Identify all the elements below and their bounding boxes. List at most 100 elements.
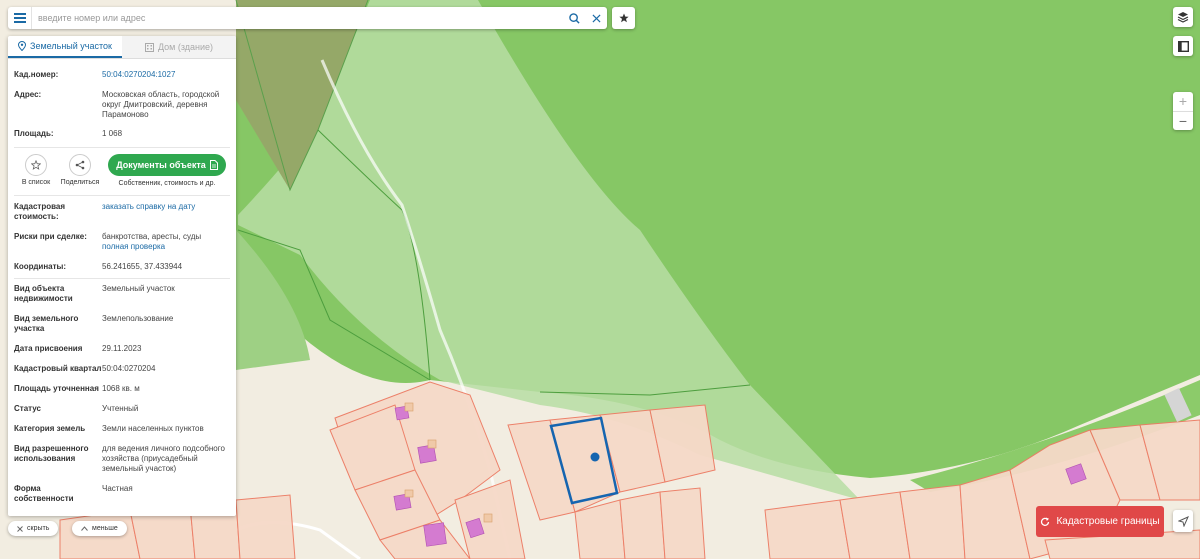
pill-label: скрыть — [27, 525, 50, 532]
row-plot-type: Вид земельного участка Землепользование — [8, 314, 236, 334]
value: Землепользование — [102, 314, 174, 323]
address-value: Московская область, городской округ Дмит… — [102, 90, 220, 119]
label: Форма собственности — [14, 484, 74, 503]
label: Координаты: — [14, 262, 67, 271]
label: Риски при сделке: — [14, 232, 87, 241]
row-permitted-use: Вид разрешенного использования для веден… — [8, 444, 236, 474]
hide-panel-button[interactable]: скрыть — [8, 521, 59, 536]
row-area-refined: Площадь уточненная 1068 кв. м — [8, 384, 236, 394]
my-location-button[interactable] — [1173, 510, 1193, 532]
row-cad-number: Кад.номер: 50:04:0270204:1027 — [8, 70, 236, 80]
docs-subtitle: Собственник, стоимость и др. — [118, 180, 216, 187]
label: Вид разрешенного использования — [14, 444, 89, 463]
order-certificate-link[interactable]: заказать справку на дату — [102, 202, 230, 222]
label: Площадь уточненная — [14, 384, 99, 393]
basemap-button[interactable] — [1173, 36, 1193, 56]
clear-search-button[interactable] — [585, 7, 607, 29]
value: 50:04:0270204 — [102, 364, 156, 373]
menu-button[interactable] — [8, 7, 32, 29]
value: Учтенный — [102, 404, 139, 413]
menu-icon — [13, 13, 26, 23]
label: Кад.номер: — [14, 70, 59, 79]
tab-label: Дом (здание) — [157, 42, 214, 52]
row-object-type: Вид объекта недвижимости Земельный участ… — [8, 284, 236, 304]
area-value: 1 068 — [102, 129, 123, 138]
label: Кадастровый квартал — [14, 364, 102, 373]
zoom-control: + − — [1173, 92, 1193, 130]
close-icon — [17, 525, 23, 532]
document-icon — [209, 160, 218, 170]
divider — [14, 278, 230, 279]
row-cadastral-value: Кадастровая стоимость: заказать справку … — [8, 202, 236, 222]
label: Категория земель — [14, 424, 86, 433]
building-icon — [144, 42, 154, 52]
cadastral-button-label: Кадастровые границы — [1056, 516, 1160, 527]
panel-tabs: Земельный участок Дом (здание) — [8, 36, 236, 59]
divider — [14, 195, 230, 196]
layers-button[interactable] — [1173, 7, 1193, 27]
search-bar — [8, 7, 607, 29]
action-label: Поделиться — [60, 179, 100, 186]
tab-label: Земельный участок — [30, 41, 112, 51]
row-ownership: Форма собственности Частная — [8, 484, 236, 504]
value: 1068 кв. м — [102, 384, 140, 393]
frame-icon — [1177, 40, 1189, 52]
location-pin-icon — [18, 41, 27, 51]
share-button[interactable]: Поделиться — [58, 154, 102, 186]
layers-icon — [1177, 12, 1189, 23]
star-icon — [618, 13, 629, 23]
row-date: Дата присвоения 29.11.2023 — [8, 344, 236, 354]
risks-text: банкротства, аресты, суды — [102, 232, 202, 241]
label: Адрес: — [14, 90, 42, 99]
coordinates-value: 56.241655, 37.433944 — [102, 262, 183, 271]
icon-circle — [69, 154, 91, 176]
row-land-category: Категория земель Земли населенных пункто… — [8, 424, 236, 434]
close-icon — [591, 13, 601, 23]
parcel-center-marker — [590, 452, 600, 462]
tab-house[interactable]: Дом (здание) — [122, 36, 236, 58]
row-quarter: Кадастровый квартал 50:04:0270204 — [8, 364, 236, 374]
pill-label: меньше — [92, 525, 118, 532]
less-details-button[interactable]: меньше — [72, 521, 127, 536]
value: 29.11.2023 — [102, 344, 142, 353]
label: Площадь: — [14, 129, 54, 138]
star-icon — [31, 160, 41, 170]
row-area: Площадь: 1 068 — [8, 129, 236, 139]
icon-circle — [25, 154, 47, 176]
documents-block: Документы объекта Собственник, стоимость… — [108, 154, 226, 187]
add-to-list-button[interactable]: В список — [14, 154, 58, 186]
row-coordinates: Координаты: 56.241655, 37.433944 — [8, 262, 236, 272]
risks-value: банкротства, аресты, суды полная проверк… — [102, 232, 230, 252]
search-input[interactable] — [32, 8, 563, 28]
favorites-button[interactable] — [612, 7, 635, 29]
share-icon — [75, 160, 85, 170]
navigate-icon — [1177, 515, 1189, 527]
docs-button-label: Документы объекта — [116, 160, 206, 170]
value: Земли населенных пунктов — [102, 424, 204, 433]
row-status: Статус Учтенный — [8, 404, 236, 414]
tab-land-plot[interactable]: Земельный участок — [8, 36, 122, 58]
zoom-out-button[interactable]: − — [1173, 112, 1193, 131]
info-panel: Земельный участок Дом (здание) Кад.номер… — [8, 36, 236, 516]
cadastral-boundaries-button[interactable]: Кадастровые границы — [1036, 506, 1164, 537]
cad-number-link[interactable]: 50:04:0270204:1027 — [102, 70, 230, 80]
label: Вид земельного участка — [14, 314, 79, 333]
action-bar: В список Поделиться Документы объекта Со… — [8, 148, 236, 188]
chevron-up-icon — [81, 526, 88, 531]
value: Земельный участок — [102, 284, 175, 293]
row-risks: Риски при сделке: банкротства, аресты, с… — [8, 232, 236, 252]
label: Кадастровая стоимость: — [14, 202, 66, 221]
label: Вид объекта недвижимости — [14, 284, 73, 303]
action-label: В список — [21, 179, 51, 186]
label: Статус — [14, 404, 41, 413]
search-button[interactable] — [563, 7, 585, 29]
refresh-icon — [1041, 517, 1050, 526]
row-address: Адрес: Московская область, городской окр… — [8, 90, 236, 120]
full-check-link[interactable]: полная проверка — [102, 242, 230, 252]
object-documents-button[interactable]: Документы объекта — [108, 154, 226, 176]
value: Частная — [102, 484, 133, 493]
label: Дата присвоения — [14, 344, 83, 353]
zoom-in-button[interactable]: + — [1173, 92, 1193, 112]
value: для ведения личного подсобного хозяйства… — [102, 444, 225, 473]
search-icon — [568, 12, 580, 24]
